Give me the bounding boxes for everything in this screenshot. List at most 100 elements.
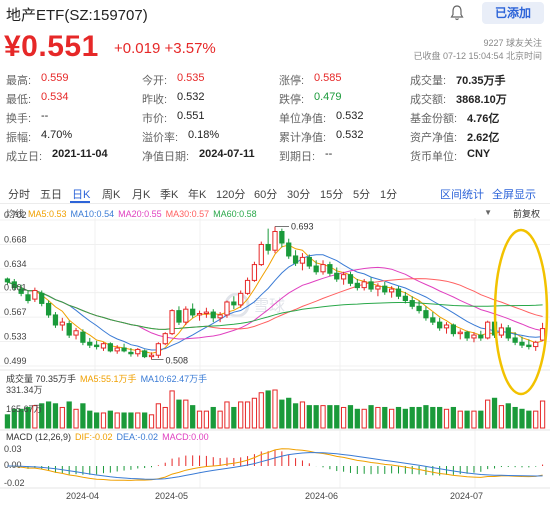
candle-body [375, 285, 381, 290]
volume-bar [485, 399, 491, 429]
candle-body [299, 256, 306, 264]
candle-body [402, 295, 408, 302]
candle-body [279, 231, 285, 244]
volume-bar [251, 397, 258, 429]
volume-bar [80, 403, 86, 429]
volume-bar [423, 405, 429, 429]
volume-bar [162, 406, 168, 429]
volume-bar [183, 399, 189, 429]
high-annotation: 0.693 [291, 221, 314, 231]
volume-bar [128, 412, 134, 429]
candle-body [471, 334, 477, 339]
volume-bar [347, 405, 354, 429]
volume-bar [416, 406, 422, 429]
candle-body [203, 311, 210, 314]
candle-body [183, 308, 189, 323]
candle-body [340, 274, 347, 280]
volume-bar [279, 399, 285, 429]
candle-body [39, 292, 45, 304]
candle-body [66, 323, 72, 336]
volume-bar [526, 410, 532, 429]
candle-body [196, 312, 203, 316]
candle-body [32, 289, 38, 300]
volume-bar [87, 410, 93, 429]
candle-body [4, 278, 11, 283]
candle-body [25, 294, 31, 302]
volume-bar [210, 406, 216, 429]
highlight-circle [493, 228, 549, 396]
price-axis-label: 0.634 [4, 259, 27, 269]
volume-bar [334, 405, 340, 429]
volume-bar [443, 408, 450, 429]
candle-body [244, 279, 251, 294]
legend-item: MA10:62.47万手 [140, 374, 208, 384]
volume-bar [224, 401, 230, 429]
candle-body [498, 327, 505, 336]
volume-bar [4, 414, 11, 429]
date-axis-label: 2024-07 [450, 491, 483, 501]
price-axis-label: 0.533 [4, 332, 27, 342]
candle-body [443, 324, 450, 329]
volume-bar [100, 412, 107, 429]
candle-body [423, 310, 429, 319]
candle-body [395, 288, 402, 297]
volume-bar [292, 403, 299, 429]
candle-body [52, 314, 59, 326]
candle-body [217, 314, 223, 319]
candle-body [176, 310, 182, 323]
legend-item: DEA:-0.02 [116, 432, 159, 442]
volume-bar [135, 412, 141, 429]
volume-bar [203, 410, 210, 429]
candle-body [128, 351, 134, 355]
volume-bar [258, 392, 264, 429]
kline-chart[interactable]: 雪球 0.7020.6680.6340.6010.5670.5330.499 0… [0, 0, 550, 505]
volume-bar [142, 412, 148, 429]
volume-bar [354, 408, 360, 429]
volume-bar [52, 403, 59, 429]
volume-bar [231, 406, 237, 429]
candle-body [100, 343, 107, 349]
candle-body [533, 341, 539, 348]
volume-bar [327, 405, 333, 429]
volume-bar [286, 397, 292, 429]
volume-bar [340, 406, 347, 429]
macd-axis-label: -0.02 [4, 478, 25, 488]
candle-body [162, 333, 168, 345]
volume-bar [375, 406, 381, 429]
date-axis-label: 2024-05 [155, 491, 188, 501]
candle-body [320, 264, 326, 273]
macd-legend: MACD (12,26,9) DIF:-0.02 DEA:-0.02 MACD:0.0… [6, 432, 213, 442]
volume-bar [155, 403, 161, 429]
candle-body [93, 344, 100, 348]
volume-bar [402, 408, 408, 429]
volume-bar [265, 390, 271, 429]
candle-body [45, 302, 52, 316]
price-axis-label: 0.668 [4, 234, 27, 244]
candle-body [107, 343, 113, 352]
volume-bar [73, 408, 79, 429]
volume-bar [244, 401, 251, 429]
volume-bar [169, 390, 175, 429]
volume-bar [512, 406, 518, 429]
candle-body [87, 341, 93, 346]
volume-bar [519, 408, 525, 429]
volume-axis-mid: 165.67万 [6, 404, 43, 414]
candle-body [450, 324, 457, 335]
volume-bar [382, 406, 388, 429]
candle-body [155, 343, 161, 356]
candle-body [231, 301, 237, 306]
volume-bar [306, 405, 312, 429]
volume-bar [471, 410, 477, 429]
legend-item: MACD (12,26,9) [6, 432, 72, 442]
candle-body [485, 321, 491, 339]
volume-bar [93, 412, 100, 429]
volume-axis-top: 331.34万 [6, 385, 43, 395]
candle-body [224, 301, 230, 316]
candle-body [265, 243, 271, 251]
volume-bar [505, 403, 511, 429]
candle-body [292, 255, 299, 264]
legend-item: DIF:-0.02 [75, 432, 113, 442]
volume-bar [361, 408, 367, 429]
candle-body [354, 282, 360, 289]
candle-body [526, 344, 532, 348]
